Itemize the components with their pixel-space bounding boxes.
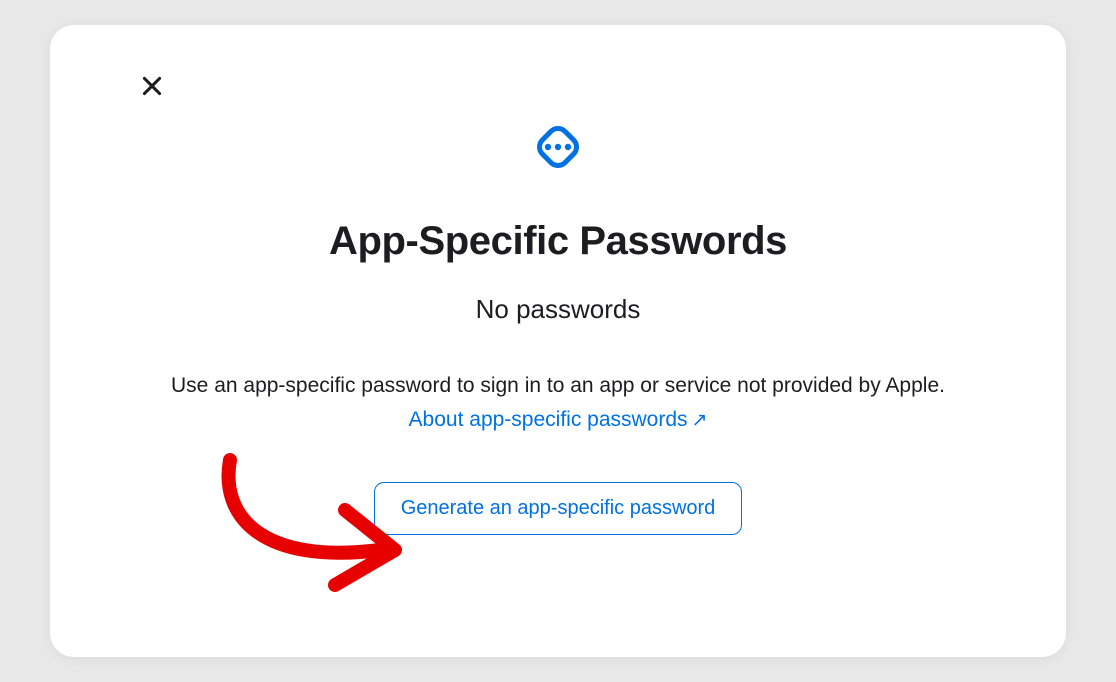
close-icon xyxy=(139,73,165,102)
passwords-diamond-icon xyxy=(518,107,598,187)
modal-subtitle: No passwords xyxy=(476,294,641,325)
about-link[interactable]: About app-specific passwords ↗ xyxy=(409,408,708,432)
external-link-icon: ↗ xyxy=(692,409,708,432)
modal-content: App-Specific Passwords No passwords Use … xyxy=(90,65,1026,535)
close-button[interactable] xyxy=(136,71,168,103)
modal-title: App-Specific Passwords xyxy=(329,219,787,264)
app-specific-passwords-modal: App-Specific Passwords No passwords Use … xyxy=(50,25,1066,657)
generate-password-button[interactable]: Generate an app-specific password xyxy=(374,482,743,535)
about-link-text: About app-specific passwords xyxy=(409,408,688,432)
modal-description: Use an app-specific password to sign in … xyxy=(171,371,945,400)
